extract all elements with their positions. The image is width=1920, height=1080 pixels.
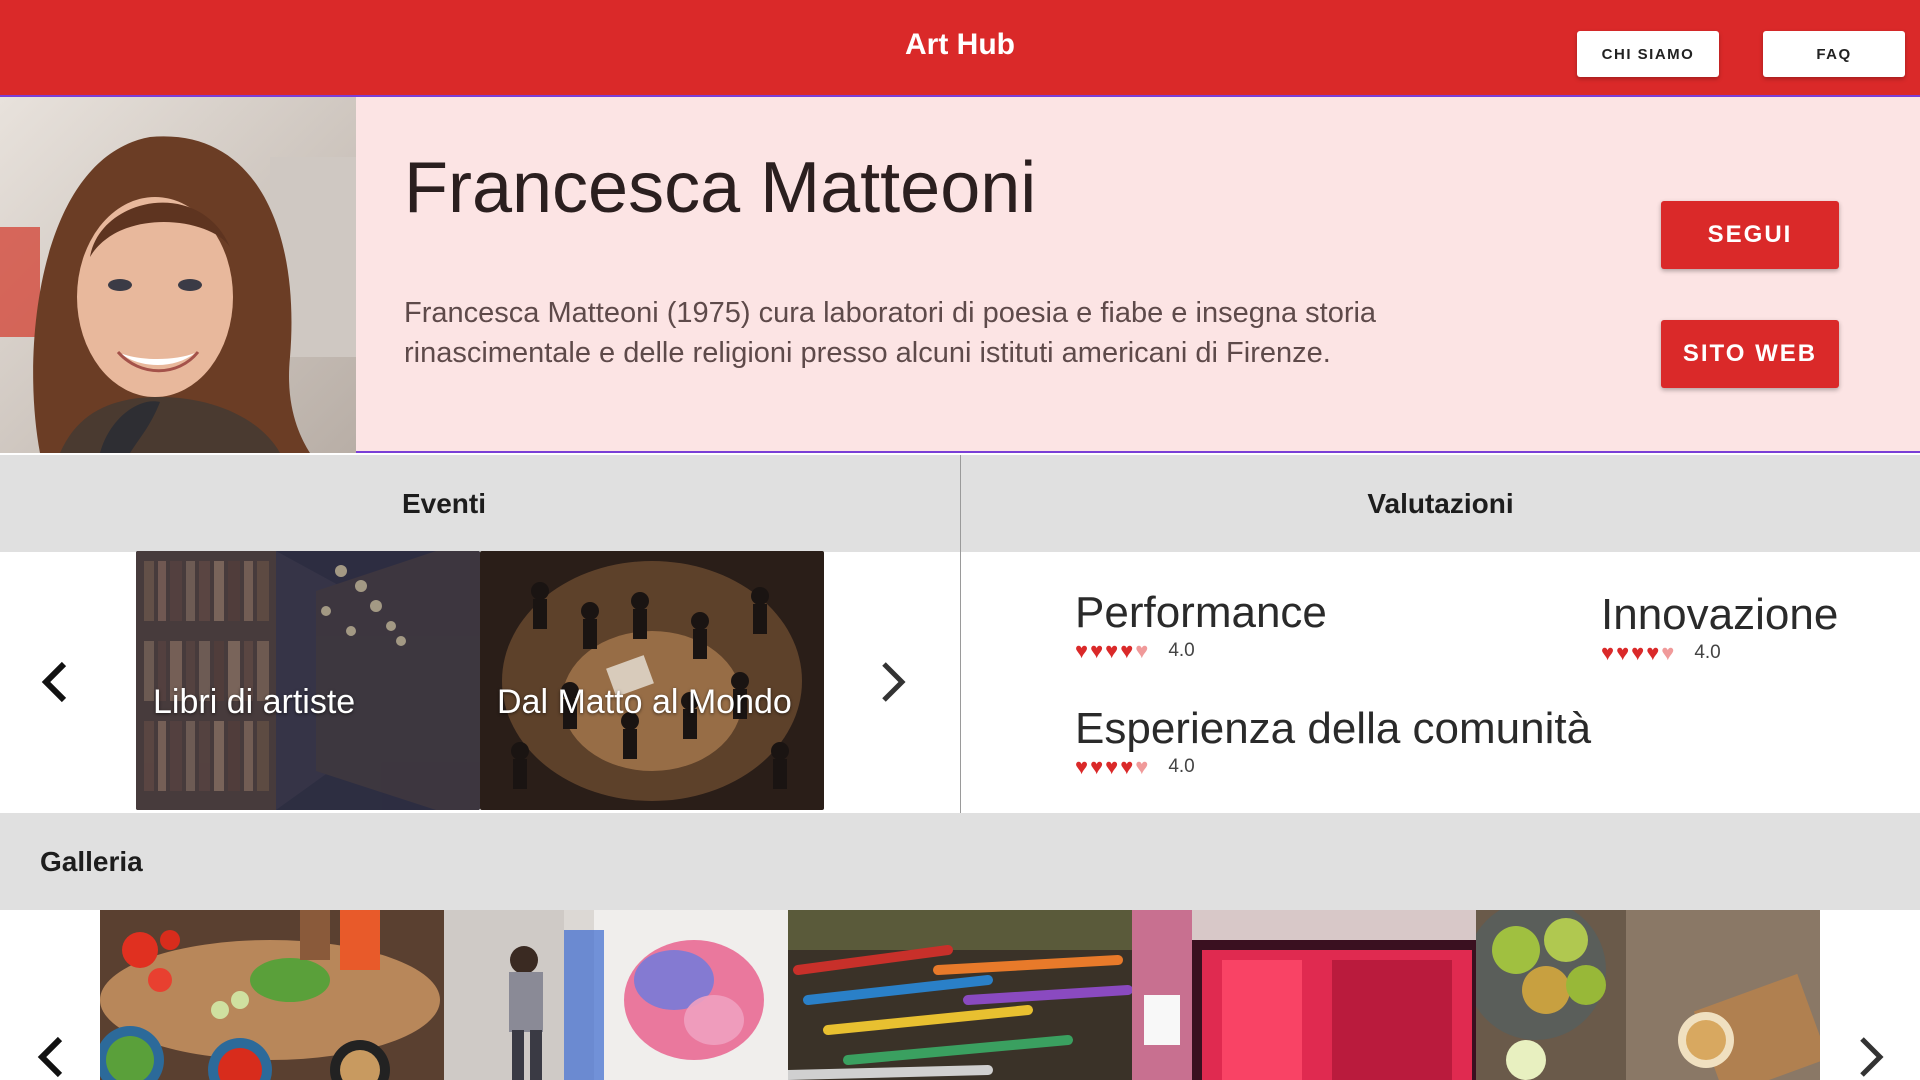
rating-label: Esperienza della comunità (1075, 704, 1592, 753)
follow-button[interactable]: SEGUI (1661, 201, 1839, 269)
artist-name: Francesca Matteoni (404, 148, 1037, 228)
rating-label: Innovazione (1601, 590, 1839, 639)
artist-profile: Francesca Matteoni Francesca Matteoni (1… (0, 97, 1920, 453)
chevron-left-icon (37, 1036, 63, 1078)
events-heading: Eventi (0, 455, 960, 552)
chevron-left-icon (41, 661, 67, 703)
chevron-right-icon (882, 662, 906, 702)
event-card[interactable]: Libri di artiste (136, 551, 480, 810)
artist-photo (0, 97, 356, 453)
faq-button[interactable]: FAQ (1763, 31, 1905, 77)
heart-icon: ♥ (1135, 754, 1149, 779)
heart-rating: ♥ ♥ ♥ ♥ ♥ (1075, 640, 1148, 662)
heart-icon: ♥ (1120, 638, 1134, 663)
artist-bio: Francesca Matteoni (1975) cura laborator… (404, 297, 1377, 369)
library-image (136, 551, 480, 810)
heart-icon: ♥ (1075, 638, 1089, 663)
events-next-button[interactable] (878, 660, 908, 704)
heart-icon: ♥ (1105, 754, 1119, 779)
gallery-image-cinema[interactable] (1132, 910, 1476, 1080)
heart-icon: ♥ (1090, 638, 1104, 663)
dancers-image (480, 551, 824, 810)
heart-icon: ♥ (1075, 754, 1089, 779)
gallery-heading: Galleria (0, 813, 1920, 910)
heart-icon: ♥ (1120, 754, 1134, 779)
heart-icon: ♥ (1646, 640, 1660, 665)
event-card[interactable]: Dal Matto al Mondo (480, 551, 824, 810)
heart-icon: ♥ (1090, 754, 1104, 779)
heart-icon: ♥ (1661, 640, 1675, 665)
heart-icon: ♥ (1601, 640, 1615, 665)
ratings-heading: Valutazioni (961, 455, 1920, 552)
top-app-bar: Art Hub CHI SIAMO FAQ (0, 0, 1920, 97)
website-button[interactable]: SITO WEB (1661, 320, 1839, 388)
rating-value: 4.0 (1694, 642, 1721, 663)
heart-rating: ♥ ♥ ♥ ♥ ♥ (1075, 756, 1148, 778)
rating-performance: Performance ♥ ♥ ♥ ♥ ♥ 4.0 (1075, 588, 1327, 662)
events-prev-button[interactable] (40, 660, 70, 704)
gallery-image-painter[interactable] (444, 910, 788, 1080)
rating-value: 4.0 (1168, 640, 1195, 661)
heart-rating: ♥ ♥ ♥ ♥ ♥ (1601, 642, 1674, 664)
rating-community: Esperienza della comunità ♥ ♥ ♥ ♥ ♥ 4.0 (1075, 704, 1591, 778)
heart-icon: ♥ (1135, 638, 1149, 663)
gallery-image-brushes[interactable] (788, 910, 1132, 1080)
about-us-button[interactable]: CHI SIAMO (1577, 31, 1719, 77)
heart-icon: ♥ (1616, 640, 1630, 665)
heart-icon: ♥ (1105, 638, 1119, 663)
heart-icon: ♥ (1631, 640, 1645, 665)
gallery-next-button[interactable] (1856, 1035, 1886, 1079)
event-title: Libri di artiste (153, 683, 356, 721)
chevron-right-icon (1860, 1037, 1884, 1077)
gallery-image-cooking[interactable] (100, 910, 444, 1080)
gallery-image-apples[interactable] (1476, 910, 1820, 1080)
rating-label: Performance (1075, 588, 1327, 637)
rating-innovation: Innovazione ♥ ♥ ♥ ♥ ♥ 4.0 (1601, 590, 1838, 664)
gallery-prev-button[interactable] (36, 1035, 66, 1079)
rating-value: 4.0 (1168, 756, 1195, 777)
event-title: Dal Matto al Mondo (497, 683, 792, 721)
